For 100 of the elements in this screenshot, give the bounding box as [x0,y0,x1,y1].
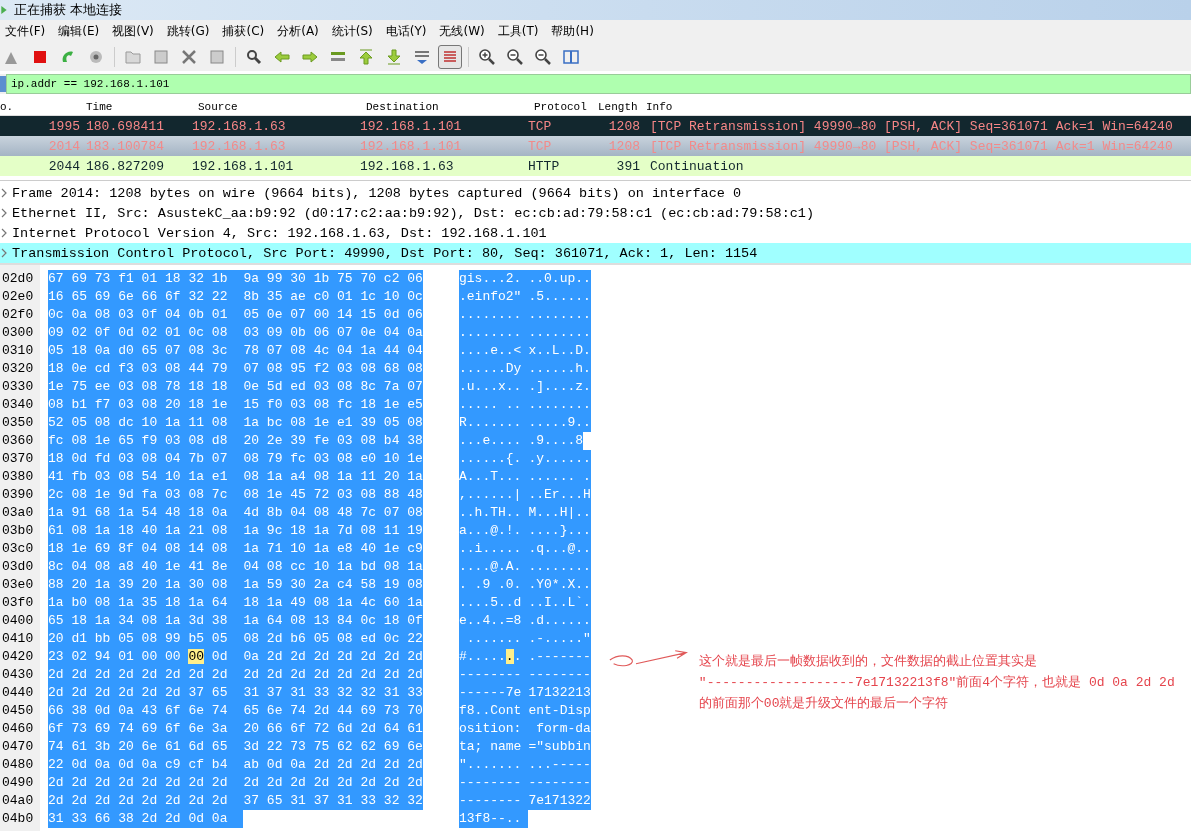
autoscroll-icon [413,48,431,66]
table-cell-text: TCP [528,138,553,154]
table-cell-text: TCP [528,118,553,134]
left-arrow-icon [273,48,291,66]
menu-item[interactable]: 捕获(C) [217,21,273,42]
hex-bytes: 2d 2d 2d 2d 2d 2d 2d 2d [243,666,423,684]
table-cell-text: 192.168.1.63 [192,118,287,134]
offset-label: 0310 [2,342,35,360]
ascii-text: ..Er...H [528,486,591,504]
table-cell-text: 183.100784 [85,138,165,154]
ascii-text: gis...2. [459,270,529,288]
hex-bytes: 08 b1 f7 03 08 20 18 1e [48,396,244,414]
offset-label: 02d0 [2,270,35,288]
hex-bytes: 2c 08 1e 9d fa 03 08 7c [48,486,244,504]
display-filter-field[interactable]: ip.addr == 192.168.1.101 [6,74,1191,94]
detail-tree-item[interactable]: Internet Protocol Version 4, Src: 192.168.1.63, Dst: 192.168.1.101 [0,223,1191,243]
menu-item[interactable]: 工具(T) [492,21,547,42]
table-cell-text: 1208 [607,138,640,154]
ascii-text: .....9.. [528,414,591,432]
table-cell-text: 192.168.1.63 [192,138,287,154]
column-header[interactable]: Info [646,100,1191,113]
ascii-text: .d...... [528,612,591,630]
packet-row[interactable]: 1995 180.698411 192.168.1.63 192.168.1.101 TCP 1208 [TCP Retransmission] 49990→80 [PSH, ACK] Seq=361071 Ack=1 Win=64240 [0,116,1191,136]
menu-item[interactable]: 视图(V) [107,21,162,42]
ascii-text: M...H|.. [528,504,591,522]
detail-tree-item[interactable]: Frame 2014: 1208 bytes on wire (9664 bits), 1208 bytes captured (9664 bits) on interface 0 [0,183,1191,203]
magnifier-icon [534,48,552,66]
ascii-text: x..L..D. [528,342,591,360]
hex-bytes: 1a 9c 18 1a 7d 08 11 19 [243,522,423,540]
hex-bytes: 2d 2d 2d 2d 2d 2d 2d 2d [243,774,423,792]
zoom-in-icon [478,48,496,66]
ascii-text: R....... [459,414,529,432]
ascii-text: ...e.... [459,432,529,450]
detail-text: Transmission Control Protocol, Src Port: 49990, Dst Port: 80, Seq: 361071, Ack: 1, Len: 1154 [12,245,758,261]
hex-bytes: 08 79 fc 03 08 e0 10 1e [243,450,423,468]
hex-bytes: 1a 91 68 1a 54 48 18 0a [48,504,244,522]
menu-item[interactable]: 无线(W) [434,21,493,42]
column-header[interactable]: o. [0,100,86,113]
column-header[interactable]: Length [598,100,646,113]
bookmark-icon[interactable] [0,74,6,94]
table-cell-text: 180.698411 [85,118,165,134]
column-header[interactable]: Protocol [534,100,598,113]
ascii-text: .q...@.. [528,540,591,558]
menu-item[interactable]: 编辑(E) [53,21,108,42]
hex-bytes: 2d 2d 2d 2d 2d 2d 2d 2d [48,792,244,810]
ascii-text: 17132213 [528,684,591,702]
menu-item[interactable]: 分析(A) [272,21,327,42]
offset-label: 03a0 [2,504,35,522]
ascii-text: ..I..L`. [528,594,591,612]
ascii-text: ta; name [459,738,529,756]
ascii-text: ........ [459,324,529,342]
offset-label: 0300 [2,324,35,342]
offset-label: 03b0 [2,522,35,540]
offset-label: 0430 [2,666,35,684]
hex-bytes: 41 fb 03 08 54 10 1a e1 [48,468,244,486]
hex-bytes: 1e 75 ee 03 08 78 18 18 [48,378,244,396]
ascii-text: ......Dy [459,360,529,378]
offset-label: 03c0 [2,540,35,558]
offset-label: 0390 [2,486,35,504]
hex-bytes: 18 0e cd f3 03 08 44 79 [48,360,244,378]
offset-label: 0470 [2,738,35,756]
ascii-text: ....... [459,630,529,648]
hex-bytes: 6f 73 69 74 69 6f 6e 3a [48,720,244,738]
column-header[interactable]: Destination [366,100,534,113]
ascii-text: ........ [459,306,529,324]
column-header[interactable]: Time [86,100,198,113]
hex-bytes: 09 02 0f 0d 02 01 0c 08 [48,324,244,342]
ascii-text: ......h. [528,360,591,378]
menu-item[interactable]: 电话(Y) [380,21,435,42]
menu-item[interactable]: 文件(F) [0,21,54,42]
offset-label: 0410 [2,630,35,648]
search-icon [245,48,263,66]
detail-tree-item[interactable]: Ethernet II, Src: AsustekC_aa:b9:92 (d0:17:c2:aa:b9:92), Dst: ec:cb:ad:79:58:c1 (ec:cb:ad:79:58:c1) [0,203,1191,223]
detail-text: Frame 2014: 1208 bytes on wire (9664 bits), 1208 bytes captured (9664 bits) on interface 0 [12,185,742,201]
hex-bytes: 0e 5d ed 03 08 8c 7a 07 [243,378,423,396]
hex-bytes: ab 0d 0a 2d 2d 2d 2d 2d [243,756,423,774]
ascii-text: f8..Cont [459,702,529,720]
detail-tree-item[interactable]: Transmission Control Protocol, Src Port: 49990, Dst Port: 80, Seq: 361071, Ack: 1, Len: 1154 [0,243,1191,263]
hex-bytes: 1a 59 30 2a c4 58 19 08 [243,576,423,594]
offset-label: 02e0 [2,288,35,306]
annotation-note: 这个就是最后一帧数据收到的，文件数据的截止位置其实是 "-------------------7e17132213f8"前面4个字符，也就是 0d 0a 2d 2d 的前面那个00就是升级文件的最后一个字符 [698,653,1175,713]
table-cell-text: 192.168.1.101 [192,158,295,174]
menu-item[interactable]: 统计(S) [326,21,381,42]
ascii-text: .y...... [528,450,591,468]
menu-item[interactable]: 跳转(G) [161,21,218,42]
hex-bytes: 1a 64 08 13 84 0c 18 0f [243,612,423,630]
ascii-text: A...T... [459,468,529,486]
zoom-out-icon [506,48,524,66]
hex-bytes: 2d 2d 2d 2d 2d 2d 2d 2d [48,666,244,684]
menu-item[interactable]: 帮助(H) [546,21,602,42]
packet-row[interactable]: 2044 186.827209 192.168.1.101 192.168.1.63 HTTP 391 Continuation [0,156,1191,176]
column-header[interactable]: Source [198,100,366,113]
hex-bytes: 9a 99 30 1b 75 70 c2 06 [243,270,423,288]
ascii-text: ...... . [528,468,591,486]
offset-label: 0370 [2,450,35,468]
hex-bytes: 23 02 94 01 00 00 00 0d [48,648,244,666]
hex-bytes: 74 61 3b 20 6e 61 6d 65 [48,738,244,756]
offset-label: 0450 [2,702,35,720]
ascii-text: .u...x.. [459,378,529,396]
hex-bytes: 08 1e 45 72 03 08 88 48 [243,486,423,504]
